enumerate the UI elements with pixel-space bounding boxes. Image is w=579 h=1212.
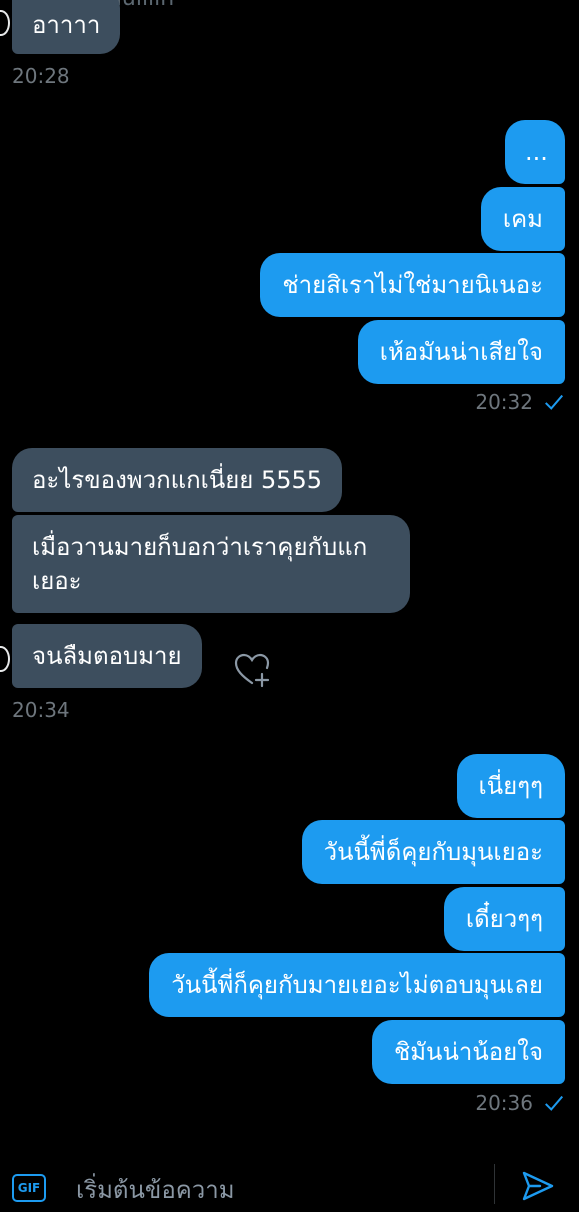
message-composer: GIF	[0, 1152, 579, 1212]
incoming-message[interactable]: จนลืมตอบมาย	[12, 624, 202, 688]
outgoing-message[interactable]: เดี๋ยวๆๆ	[443, 887, 565, 951]
message-text: เคม	[502, 205, 543, 233]
message-text: ...	[525, 138, 548, 166]
divider	[494, 1164, 495, 1204]
outgoing-message[interactable]: เห้อมันน่าเสียใจ	[357, 320, 565, 384]
check-icon	[545, 1095, 564, 1111]
outgoing-message[interactable]: เคม	[480, 187, 565, 251]
outgoing-message[interactable]: วันนี้พี่ก็คุยกับมายเยอะไม่ตอบมุนเลย	[149, 953, 565, 1017]
message-timestamp: 20:32	[475, 390, 533, 414]
gif-label: GIF	[17, 1181, 41, 1195]
message-text: ช่ายสิเราไม่ใช่มายนิเนอะ	[282, 271, 543, 299]
message-timestamp-row: 20:36	[475, 1091, 565, 1115]
message-timestamp-row: 20:32	[475, 390, 565, 414]
message-text: เดี๋ยวๆๆ	[465, 905, 543, 933]
outgoing-message[interactable]: เนี่ยๆๆ	[456, 754, 565, 818]
message-text: วันนี้พี่ก็คุยกับมายเยอะไม่ตอบมุนเลย	[171, 971, 543, 999]
incoming-message[interactable]: อะไรของพวกแกเนี่ยย 5555	[12, 448, 343, 512]
message-timestamp: 20:36	[475, 1091, 533, 1115]
message-text: เมื่อวานมายก็บอกว่าเราคุยกับแกเยอะ	[32, 533, 368, 595]
incoming-message[interactable]: อาาาา	[12, 0, 120, 54]
message-text: อาาาา	[32, 11, 101, 39]
outgoing-message[interactable]: วันนี้พี่ด็คุยกับมุนเยอะ	[301, 820, 565, 884]
message-timestamp: 20:28	[12, 64, 70, 88]
outgoing-message[interactable]: ชิมันน่าน้อยใจ	[371, 1020, 565, 1084]
message-text: จนลืมตอบมาย	[32, 642, 182, 670]
message-text: วันนี้พี่ด็คุยกับมุนเยอะ	[323, 838, 543, 866]
message-text: อะไรของพวกแกเนี่ยย 5555	[32, 466, 323, 494]
message-timestamp: 20:34	[12, 698, 70, 722]
send-icon[interactable]	[520, 1168, 556, 1204]
message-text: เนี่ยๆๆ	[478, 772, 543, 800]
incoming-message[interactable]: เมื่อวานมายก็บอกว่าเราคุยกับแกเยอะ	[12, 515, 410, 613]
outgoing-message[interactable]: ...	[505, 120, 565, 184]
gif-icon[interactable]: GIF	[12, 1174, 46, 1202]
avatar[interactable]	[0, 646, 10, 672]
outgoing-message[interactable]: ช่ายสิเราไม่ใช่มายนิเนอะ	[260, 253, 565, 317]
avatar[interactable]	[0, 10, 10, 36]
message-text: ชิมันน่าน้อยใจ	[393, 1038, 543, 1066]
check-icon	[545, 394, 564, 410]
message-input[interactable]	[64, 1168, 498, 1212]
message-text: เห้อมันน่าเสียใจ	[379, 338, 543, 366]
heart-plus-icon[interactable]	[232, 650, 272, 690]
